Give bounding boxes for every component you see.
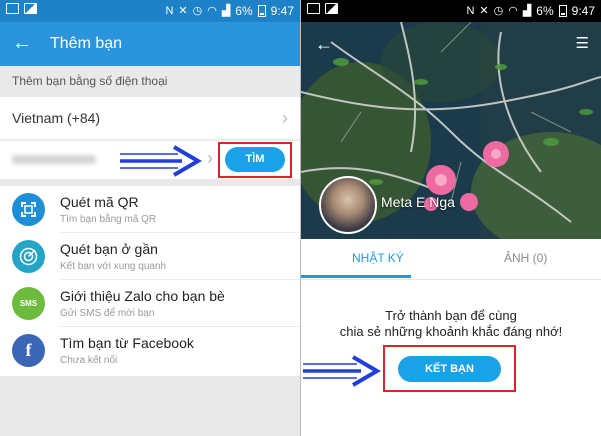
add-friend-options: Quét mã QR Tìm bạn bằng mã QR Quét bạn ở… [0,186,300,376]
find-button[interactable]: TÌM [225,147,285,172]
pointer-arrow-icon [303,355,381,387]
pointer-arrow-icon [120,145,202,177]
back-arrow-icon[interactable]: ← [315,34,333,55]
battery-icon [257,5,266,17]
battery-percent: 6% [536,4,554,18]
section-header: Thêm bạn bằng số điện thoại [12,74,168,88]
clock: 9:47 [270,4,294,18]
radar-icon [12,240,45,273]
option-subtitle: Tìm bạn bằng mã QR [60,214,157,225]
chevron-right-icon: › [207,148,213,168]
option-title: Tìm bạn từ Facebook [60,335,194,351]
list-item-nearby[interactable]: Quét bạn ở gần Kết bạn với xung quanh [0,233,300,280]
option-title: Giới thiệu Zalo cho bạn bè [60,288,225,304]
image-notification-icon [325,3,338,14]
country-selector[interactable]: Vietnam (+84) › [0,97,300,139]
friend-prompt-line-2: chia sẻ những khoảnh khắc đáng nhớ! [339,324,563,339]
mute-icon: ✕ [178,5,188,17]
nfc-icon: N [466,5,475,17]
profile-tabs: NHẬT KÝ ẢNH (0) [301,239,601,280]
notification-icon [6,3,19,14]
add-friend-button[interactable]: KẾT BẠN [398,356,501,382]
list-item-qr[interactable]: Quét mã QR Tìm bạn bằng mã QR [0,186,300,233]
wifi-icon: ◠ [207,5,217,17]
mute-icon: ✕ [479,5,489,17]
menu-icon[interactable]: ☰ [576,34,589,52]
tab-photos[interactable]: ẢNH (0) [504,251,547,265]
avatar[interactable] [319,176,377,234]
phone-number-row: › TÌM [0,140,300,179]
wifi-icon: ◠ [508,5,518,17]
profile-screen: N ✕ ◷ ◠ ▟ 6% 9:47 ← ☰ Meta E Nga NHẬT KÝ… [301,0,601,436]
list-item-facebook[interactable]: f Tìm bạn từ Facebook Chưa kết nối [0,327,300,374]
signal-icon: ▟ [522,5,532,17]
signal-icon: ▟ [221,5,231,17]
clock: 9:47 [571,4,595,18]
battery-icon [558,5,567,17]
battery-percent: 6% [235,4,253,18]
alarm-icon: ◷ [493,5,504,17]
status-bar: N ✕ ◷ ◠ ▟ 6% 9:47 [301,0,601,22]
option-title: Quét bạn ở gần [60,241,158,257]
notification-icon [307,3,320,14]
add-friend-screen: N ✕ ◷ ◠ ▟ 6% 9:47 ← Thêm bạn Thêm bạn bằ… [0,0,300,436]
active-tab-indicator [301,275,411,278]
profile-name: Meta E Nga [381,194,455,210]
status-bar: N ✕ ◷ ◠ ▟ 6% 9:47 [0,0,300,22]
chevron-right-icon: › [282,108,288,128]
option-title: Quét mã QR [60,194,139,210]
alarm-icon: ◷ [192,5,203,17]
page-title: Thêm bạn [50,35,123,52]
facebook-icon: f [12,334,45,367]
qr-scan-icon [12,193,45,226]
option-subtitle: Kết bạn với xung quanh [60,261,167,272]
phone-number-field[interactable] [12,155,96,164]
app-bar: ← Thêm bạn [0,22,300,66]
friend-prompt-line-1: Trở thành bạn để cùng [385,308,517,323]
option-subtitle: Chưa kết nối [60,355,118,366]
list-item-invite-sms[interactable]: SMS Giới thiệu Zalo cho bạn bè Gửi SMS đ… [0,280,300,327]
option-subtitle: Gửi SMS để mời bạn [60,308,155,319]
nfc-icon: N [165,5,174,17]
back-arrow-icon[interactable]: ← [12,32,32,54]
tab-diary[interactable]: NHẬT KÝ [352,251,404,265]
country-label: Vietnam (+84) [12,110,101,126]
sms-icon: SMS [12,287,45,320]
image-notification-icon [24,3,37,14]
